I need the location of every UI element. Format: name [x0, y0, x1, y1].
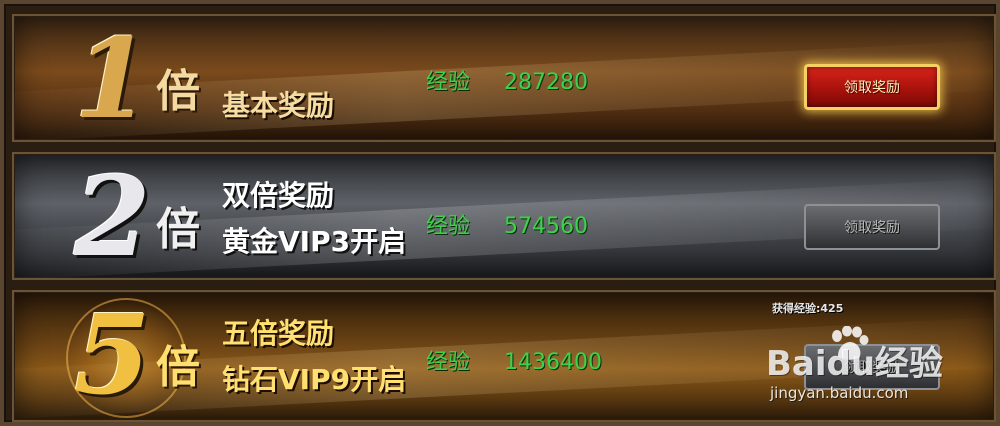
reward-requirement: 黄金VIP3开启	[222, 225, 407, 258]
multiplier-number: 1	[74, 14, 151, 142]
reward-panel: 1 倍 基本奖励 经验 287280 领取奖励 2 倍 双倍奖励 黄金VIP3开…	[0, 0, 1000, 426]
exp-value: 1436400	[504, 350, 602, 375]
exp-label: 经验	[426, 350, 471, 375]
reward-row-1x: 1 倍 基本奖励 经验 287280 领取奖励	[12, 14, 996, 142]
multiplier-number: 5	[74, 290, 151, 419]
reward-row-5x: 5 倍 五倍奖励 钻石VIP9开启 经验 1436400 获得经验:425 领取…	[12, 290, 996, 422]
reward-requirement: 钻石VIP9开启	[222, 363, 407, 396]
multiplier-suffix: 倍	[156, 342, 200, 393]
reward-title: 五倍奖励	[222, 317, 335, 350]
claim-reward-button[interactable]: 领取奖励	[804, 64, 940, 110]
multiplier-number: 2	[74, 152, 151, 280]
reward-row-2x: 2 倍 双倍奖励 黄金VIP3开启 经验 574560 领取奖励	[12, 152, 996, 280]
gained-exp-text: 获得经验:425	[772, 302, 844, 315]
multiplier-suffix: 倍	[156, 66, 200, 117]
reward-title: 基本奖励	[222, 89, 335, 122]
claim-reward-button-disabled[interactable]: 领取奖励	[804, 344, 940, 390]
reward-title: 双倍奖励	[222, 179, 335, 212]
exp-value: 287280	[504, 70, 588, 95]
exp-label: 经验	[426, 70, 471, 95]
exp-value: 574560	[504, 214, 588, 239]
claim-reward-button-disabled[interactable]: 领取奖励	[804, 204, 940, 250]
multiplier-suffix: 倍	[156, 204, 200, 255]
exp-label: 经验	[426, 214, 471, 239]
